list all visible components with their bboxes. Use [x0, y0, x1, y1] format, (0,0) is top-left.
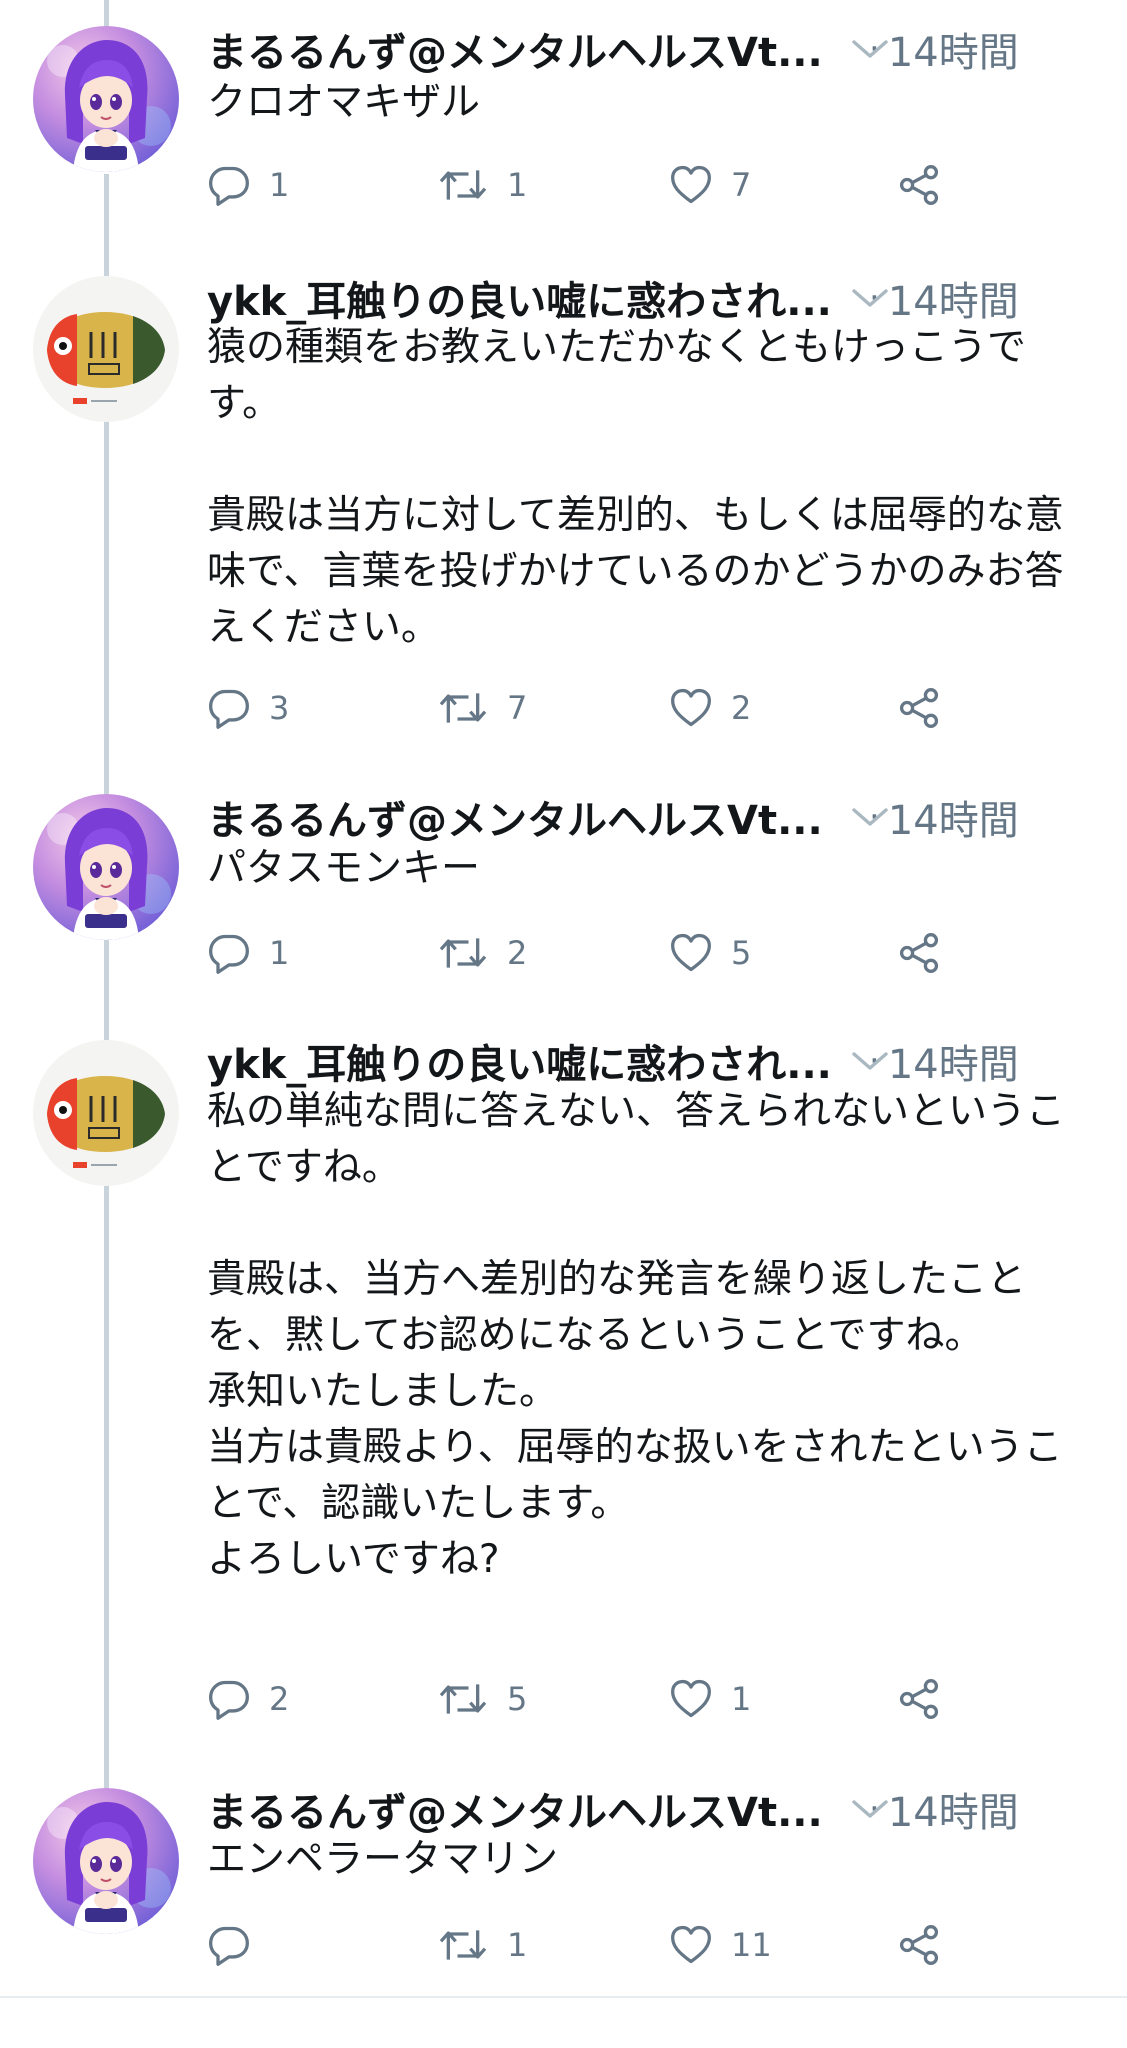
avatar[interactable]: [33, 1040, 179, 1186]
chevron-down-icon[interactable]: [848, 1046, 892, 1076]
timestamp[interactable]: 14時間: [888, 20, 1019, 78]
retweet-button[interactable]: 7: [437, 683, 527, 733]
share-button[interactable]: [897, 683, 941, 733]
tweet-text: 猿の種類をお教えいただかなくともけっこうです。 貴殿は当方に対して差別的、もしく…: [207, 325, 1064, 650]
timestamp[interactable]: 14時間: [888, 1032, 1019, 1090]
avatar[interactable]: [33, 26, 179, 172]
author-name[interactable]: まるるんず@メンタルヘルスVt...: [207, 1780, 847, 1838]
heart-icon: [669, 1677, 713, 1721]
tweet-actions: 2 5 1: [207, 1674, 967, 1724]
tweet-text: エンペラータマリン: [207, 1837, 559, 1882]
tweet[interactable]: まるるんず@メンタルヘルスVt... · 14時間 エンペラータマリン 1 11: [0, 1762, 1127, 1996]
tweet-header: ykk_耳触りの良い嘘に惑わされ... · 14時間: [207, 1036, 1127, 1088]
author-name[interactable]: まるるんず@メンタルヘルスVt...: [207, 788, 847, 846]
like-count: 1: [731, 1680, 752, 1718]
like-button[interactable]: 11: [669, 1920, 772, 1970]
retweet-count: 1: [507, 1926, 528, 1964]
retweet-count: 7: [507, 689, 528, 727]
avatar[interactable]: [33, 1788, 179, 1934]
tweet-text: パタスモンキー: [207, 846, 481, 891]
retweet-icon: [437, 1677, 489, 1721]
chevron-down-icon[interactable]: [848, 1794, 892, 1824]
reply-button[interactable]: 2: [207, 1674, 289, 1724]
like-button[interactable]: 5: [669, 928, 751, 978]
reply-button[interactable]: 3: [207, 683, 289, 733]
like-count: 7: [731, 166, 752, 204]
retweet-button[interactable]: 1: [437, 160, 527, 210]
like-count: 2: [731, 689, 752, 727]
retweet-button[interactable]: 2: [437, 928, 527, 978]
tweet-actions: 1 2 5: [207, 928, 967, 978]
retweet-icon: [437, 163, 489, 207]
tweet-header: ykk_耳触りの良い嘘に惑わされ... · 14時間: [207, 273, 1127, 325]
chevron-down-icon[interactable]: [848, 34, 892, 64]
timestamp[interactable]: 14時間: [888, 1780, 1019, 1838]
timestamp[interactable]: 14時間: [888, 269, 1019, 327]
share-button[interactable]: [897, 1920, 941, 1970]
share-icon: [897, 931, 941, 975]
reply-button[interactable]: [207, 1920, 269, 1970]
retweet-button[interactable]: 1: [437, 1920, 527, 1970]
timestamp[interactable]: 14時間: [888, 788, 1019, 846]
like-button[interactable]: 2: [669, 683, 751, 733]
tweet-text: 私の単純な問に答えない、答えられないということですね。 貴殿は、当方へ差別的な発…: [207, 1089, 1066, 1582]
tweet-header: まるるんず@メンタルヘルスVt... · 14時間: [207, 792, 1127, 844]
reply-button[interactable]: 1: [207, 928, 289, 978]
tweet[interactable]: まるるんず@メンタルヘルスVt... · 14時間 パタスモンキー 1 2 5: [0, 768, 1127, 1014]
share-icon: [897, 686, 941, 730]
share-icon: [897, 1677, 941, 1721]
heart-icon: [669, 686, 713, 730]
reply-count: 1: [269, 166, 290, 204]
retweet-icon: [437, 1923, 489, 1967]
share-icon: [897, 163, 941, 207]
tweet-header: まるるんず@メンタルヘルスVt... · 14時間: [207, 1784, 1127, 1836]
retweet-icon: [437, 931, 489, 975]
like-count: 11: [731, 1926, 772, 1964]
share-icon: [897, 1923, 941, 1967]
author-name[interactable]: まるるんず@メンタルヘルスVt...: [207, 20, 847, 78]
chevron-down-icon[interactable]: [848, 802, 892, 832]
reply-icon: [207, 931, 251, 975]
author-name[interactable]: ykk_耳触りの良い嘘に惑わされ...: [207, 1032, 847, 1090]
share-button[interactable]: [897, 160, 941, 210]
tweet-actions: 3 7 2: [207, 683, 967, 733]
reply-icon: [207, 1677, 251, 1721]
heart-icon: [669, 1923, 713, 1967]
reply-icon: [207, 1923, 251, 1967]
reply-count: 2: [269, 1680, 290, 1718]
avatar[interactable]: [33, 794, 179, 940]
tweet-actions: 1 11: [207, 1920, 967, 1970]
reply-count: 3: [269, 689, 290, 727]
reply-count: 1: [269, 934, 290, 972]
tweet[interactable]: ykk_耳触りの良い嘘に惑わされ... · 14時間 私の単純な問に答えない、答…: [0, 1014, 1127, 1758]
tweet-header: まるるんず@メンタルヘルスVt... · 14時間: [207, 24, 1127, 76]
avatar[interactable]: [33, 276, 179, 422]
share-button[interactable]: [897, 928, 941, 978]
author-name[interactable]: ykk_耳触りの良い嘘に惑わされ...: [207, 269, 847, 327]
tweet-thread: まるるんず@メンタルヘルスVt... · 14時間 クロオマキザル 1 1 7: [0, 0, 1127, 2048]
reply-icon: [207, 686, 251, 730]
tweet-actions: 1 1 7: [207, 160, 967, 210]
tweet[interactable]: ykk_耳触りの良い嘘に惑わされ... · 14時間 猿の種類をお教えいただかな…: [0, 250, 1127, 770]
chevron-down-icon[interactable]: [848, 283, 892, 313]
retweet-count: 2: [507, 934, 528, 972]
like-count: 5: [731, 934, 752, 972]
like-button[interactable]: 1: [669, 1674, 751, 1724]
retweet-icon: [437, 686, 489, 730]
like-button[interactable]: 7: [669, 160, 751, 210]
heart-icon: [669, 163, 713, 207]
retweet-count: 5: [507, 1680, 528, 1718]
reply-icon: [207, 163, 251, 207]
tweet-text: クロオマキザル: [207, 80, 481, 125]
tweet[interactable]: まるるんず@メンタルヘルスVt... · 14時間 クロオマキザル 1 1 7: [0, 0, 1127, 250]
retweet-button[interactable]: 5: [437, 1674, 527, 1724]
reply-button[interactable]: 1: [207, 160, 289, 210]
divider: [0, 1996, 1127, 1998]
share-button[interactable]: [897, 1674, 941, 1724]
retweet-count: 1: [507, 166, 528, 204]
heart-icon: [669, 931, 713, 975]
